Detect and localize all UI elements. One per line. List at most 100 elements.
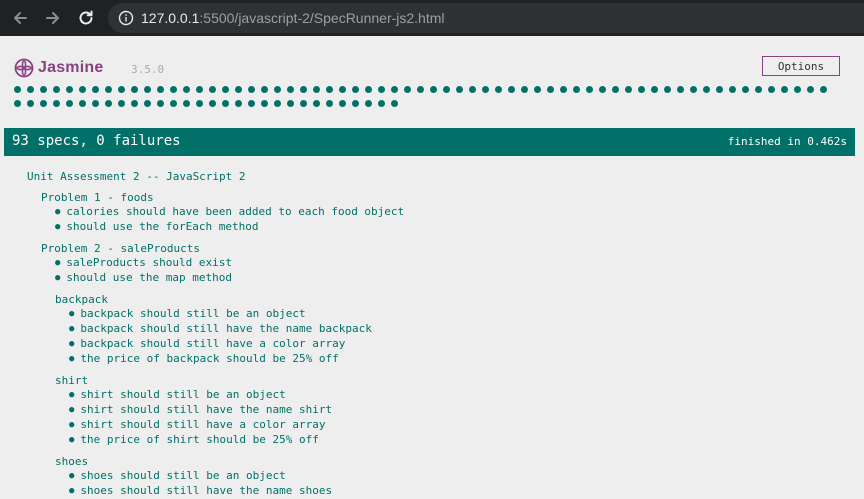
spec-dot[interactable]: [339, 86, 346, 93]
spec-dot[interactable]: [261, 86, 268, 93]
spec-dot[interactable]: [625, 86, 632, 93]
spec-dot[interactable]: [794, 86, 801, 93]
spec-dot[interactable]: [40, 100, 47, 107]
spec-dot[interactable]: [53, 86, 60, 93]
spec-dot[interactable]: [313, 86, 320, 93]
spec-dot[interactable]: [781, 86, 788, 93]
spec-dot[interactable]: [118, 86, 125, 93]
spec-item[interactable]: should use the forEach method: [55, 220, 847, 235]
spec-dot[interactable]: [196, 100, 203, 107]
spec-dot[interactable]: [222, 100, 229, 107]
suite-title[interactable]: Unit Assessment 2 -- JavaScript 2: [27, 170, 847, 184]
spec-dot[interactable]: [14, 100, 21, 107]
spec-dot[interactable]: [235, 86, 242, 93]
spec-dot[interactable]: [66, 100, 73, 107]
spec-dot[interactable]: [365, 100, 372, 107]
spec-dot[interactable]: [157, 86, 164, 93]
spec-dot[interactable]: [443, 86, 450, 93]
spec-dot[interactable]: [391, 86, 398, 93]
suite-title[interactable]: backpack: [55, 293, 847, 307]
suite-title[interactable]: Problem 2 - saleProducts: [41, 242, 847, 256]
spec-dot[interactable]: [274, 100, 281, 107]
spec-dot[interactable]: [378, 100, 385, 107]
spec-dot[interactable]: [209, 86, 216, 93]
spec-dot[interactable]: [638, 86, 645, 93]
spec-item[interactable]: backpack should still have the name back…: [69, 322, 847, 337]
spec-dot[interactable]: [209, 100, 216, 107]
suite-title[interactable]: shoes: [55, 455, 847, 469]
spec-dot[interactable]: [170, 86, 177, 93]
spec-dot[interactable]: [703, 86, 710, 93]
spec-dot[interactable]: [469, 86, 476, 93]
spec-dot[interactable]: [755, 86, 762, 93]
spec-dot[interactable]: [222, 86, 229, 93]
address-bar[interactable]: 127.0.0.1:5500/javascript-2/SpecRunner-j…: [108, 3, 864, 33]
spec-item[interactable]: the price of shirt should be 25% off: [69, 433, 847, 448]
back-button[interactable]: [9, 7, 31, 29]
spec-dot[interactable]: [599, 86, 606, 93]
spec-item[interactable]: shirt should still be an object: [69, 388, 847, 403]
reload-button[interactable]: [75, 7, 97, 29]
spec-dot[interactable]: [534, 86, 541, 93]
spec-item[interactable]: the price of backpack should be 25% off: [69, 352, 847, 367]
spec-dot[interactable]: [378, 86, 385, 93]
spec-dot[interactable]: [287, 100, 294, 107]
spec-dot[interactable]: [807, 86, 814, 93]
spec-dot[interactable]: [183, 86, 190, 93]
spec-dot[interactable]: [651, 86, 658, 93]
spec-dot[interactable]: [40, 86, 47, 93]
spec-item[interactable]: should use the map method: [55, 271, 847, 286]
spec-dot[interactable]: [105, 100, 112, 107]
spec-dot[interactable]: [157, 100, 164, 107]
forward-button[interactable]: [42, 7, 64, 29]
suite-title[interactable]: Problem 1 - foods: [41, 191, 847, 205]
spec-dot[interactable]: [326, 100, 333, 107]
spec-dot[interactable]: [66, 86, 73, 93]
spec-dot[interactable]: [287, 86, 294, 93]
spec-item[interactable]: shirt should still have the name shirt: [69, 403, 847, 418]
spec-dot[interactable]: [300, 100, 307, 107]
spec-dot[interactable]: [27, 86, 34, 93]
spec-dot[interactable]: [53, 100, 60, 107]
spec-dot[interactable]: [820, 86, 827, 93]
spec-dot[interactable]: [313, 100, 320, 107]
spec-dot[interactable]: [144, 100, 151, 107]
spec-dot[interactable]: [365, 86, 372, 93]
spec-item[interactable]: saleProducts should exist: [55, 256, 847, 271]
spec-dot[interactable]: [456, 86, 463, 93]
spec-dot[interactable]: [144, 86, 151, 93]
spec-dot[interactable]: [118, 100, 125, 107]
spec-dot[interactable]: [79, 100, 86, 107]
spec-dot[interactable]: [92, 100, 99, 107]
spec-dot[interactable]: [677, 86, 684, 93]
spec-dot[interactable]: [729, 86, 736, 93]
spec-dot[interactable]: [352, 86, 359, 93]
spec-dot[interactable]: [300, 86, 307, 93]
spec-dot[interactable]: [131, 86, 138, 93]
spec-dot[interactable]: [92, 86, 99, 93]
spec-dot[interactable]: [196, 86, 203, 93]
spec-item[interactable]: backpack should still have a color array: [69, 337, 847, 352]
spec-dot[interactable]: [391, 100, 398, 107]
spec-dot[interactable]: [547, 86, 554, 93]
spec-dot[interactable]: [105, 86, 112, 93]
spec-dot[interactable]: [170, 100, 177, 107]
spec-item[interactable]: shirt should still have a color array: [69, 418, 847, 433]
spec-dot[interactable]: [27, 100, 34, 107]
spec-dot[interactable]: [235, 100, 242, 107]
spec-dot[interactable]: [248, 86, 255, 93]
spec-dot[interactable]: [352, 100, 359, 107]
spec-item[interactable]: backpack should still be an object: [69, 307, 847, 322]
info-icon[interactable]: [118, 10, 134, 26]
spec-dot[interactable]: [79, 86, 86, 93]
spec-dot[interactable]: [417, 86, 424, 93]
spec-dot[interactable]: [404, 86, 411, 93]
spec-dot[interactable]: [131, 100, 138, 107]
spec-dot[interactable]: [586, 86, 593, 93]
spec-dot[interactable]: [14, 86, 21, 93]
spec-dot[interactable]: [482, 86, 489, 93]
spec-dot[interactable]: [261, 100, 268, 107]
spec-dot[interactable]: [664, 86, 671, 93]
spec-dot[interactable]: [495, 86, 502, 93]
spec-dot[interactable]: [521, 86, 528, 93]
